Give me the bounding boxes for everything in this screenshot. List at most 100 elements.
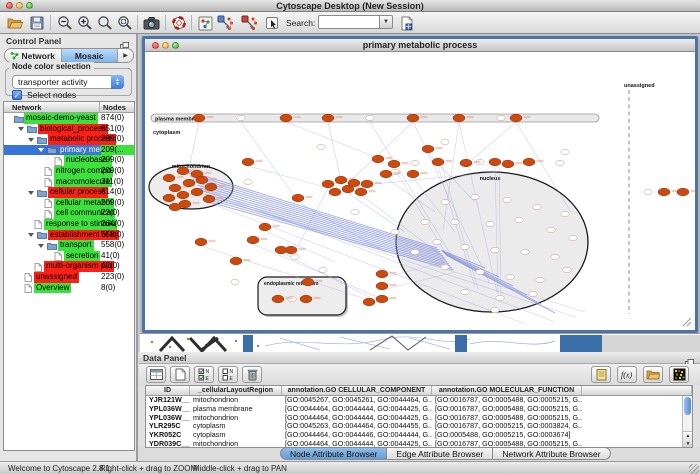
network-node-selected[interactable] [658,188,670,196]
network-node[interactable] [366,115,374,120]
zoom-in-button[interactable] [76,14,94,32]
expand-arrow-icon[interactable] [28,191,34,195]
network-node-selected[interactable] [407,170,419,178]
tree-row-macromolecule[interactable]: macromolecule311(0) [4,177,134,188]
tab-network-attribute-browser[interactable]: Network Attribute Browser [493,447,610,460]
network-node-selected[interactable] [453,114,465,122]
node-color-dropdown[interactable]: transporter activity ▲▼ [12,75,124,89]
table-cell[interactable]: YPL036W__2 [146,405,190,414]
tree-row-transport[interactable]: transport558(0) [4,240,134,251]
expand-arrow-icon[interactable] [28,233,34,237]
tree-row-metabolic-process[interactable]: metabolic process280(0) [4,134,134,145]
network-node-selected[interactable] [380,170,392,178]
network-node-selected[interactable] [422,145,434,153]
table-scrollbar-arrows[interactable]: ▲▼ [683,431,693,447]
network-node-selected[interactable] [163,194,175,202]
network-node[interactable] [231,279,239,284]
annotation-select-button[interactable] [263,14,281,32]
network-node[interactable] [471,194,479,199]
zoom-to-fit-button[interactable] [116,14,134,32]
network-node[interactable] [529,291,537,296]
network-node[interactable] [319,267,327,272]
layout-networks-button[interactable] [216,14,234,32]
table-cell[interactable]: cytoplasm [190,422,282,431]
search-input[interactable] [318,15,380,29]
heatmap-button[interactable] [669,366,689,383]
network-node[interactable] [476,269,484,274]
table-cell[interactable]: [GO:0044464, GO:0044446, GO:0044444, G..… [282,431,432,440]
table-row[interactable]: YPL036W__2plasma membrane[GO:0044464, GO… [146,405,692,414]
network-node[interactable] [644,189,652,194]
network-node-selected[interactable] [460,159,472,167]
network-node-selected[interactable] [193,114,205,122]
network-node[interactable] [461,244,469,249]
table-cell[interactable]: YLR295C [146,422,190,431]
network-node[interactable] [561,149,569,154]
search-dropdown-button[interactable]: ▼ [380,15,393,29]
network-node-selected[interactable] [361,180,373,188]
network-canvas[interactable]: plasma membrane cytoplasm mitochondrion … [145,52,695,330]
network-node-selected[interactable] [195,238,207,246]
tree-column-divider[interactable] [99,102,100,113]
network-node[interactable] [497,115,505,120]
unselect-attributes-button[interactable]: NE [218,366,238,383]
network-node[interactable] [556,160,564,165]
table-row[interactable]: YLR295Ccytoplasm[GO:0045263, GO:0044464,… [146,422,692,431]
network-node-selected[interactable] [489,158,501,166]
table-cell[interactable]: cytoplasm [190,431,282,440]
tree-row-primary-metabolic[interactable]: primary metabolic209(... [4,145,134,156]
tree-row-biological-process[interactable]: biological_process651(0) [4,124,134,135]
delete-attribute-button[interactable] [242,366,262,383]
network-node-selected[interactable] [242,158,254,166]
network-node-selected[interactable] [247,236,259,244]
expand-arrow-icon[interactable] [38,244,44,248]
table-cell[interactable]: [GO:0016787, GO:0005488, GO:0005215, G..… [432,414,582,423]
table-cell[interactable]: YKR052C [146,431,190,440]
snapshot-button[interactable] [142,14,160,32]
tab-node-attribute-browser[interactable]: Node Attribute Browser [280,447,387,460]
network-node-selected[interactable] [196,176,208,184]
network-node[interactable] [547,227,555,232]
network-node[interactable] [521,249,529,254]
column-header-cellular-component[interactable]: annotation.GO CELLULAR_COMPONENT [282,386,432,395]
tree-row-establishment-of-lo[interactable]: establishment of lo558(0) [4,230,134,241]
network-node-selected[interactable] [163,174,175,182]
network-node[interactable] [551,254,559,259]
network-node-selected[interactable] [205,183,217,191]
table-cell[interactable]: [GO:0044464, GO:0044444, GO:0044425, G..… [282,405,432,414]
network-node[interactable] [561,211,569,216]
layout-annotations-button[interactable] [240,14,258,32]
tree-row-cellular-process[interactable]: cellular process614(0) [4,187,134,198]
network-node[interactable] [441,264,449,269]
table-cell[interactable]: [GO:0044464, GO:0044444, GO:0044425, G..… [282,414,432,423]
network-node-selected[interactable] [355,188,367,196]
table-scrollbar-thumb[interactable] [684,397,691,415]
network-node-selected[interactable] [342,185,354,193]
tree-row-cell-communicat[interactable]: cell communicat22(0) [4,208,134,219]
tab-network[interactable]: Network [5,49,62,62]
column-header-id[interactable]: ID [146,386,190,395]
network-node-selected[interactable] [285,246,297,254]
tab-edge-attribute-browser[interactable]: Edge Attribute Browser [387,447,493,460]
zoom-out-button[interactable] [56,14,74,32]
network-node[interactable] [503,197,511,202]
network-node[interactable] [496,295,504,300]
table-cell[interactable]: mitochondrion [190,414,282,423]
network-node-selected[interactable] [259,223,271,231]
expand-arrow-icon[interactable] [18,127,24,131]
network-node-selected[interactable] [322,114,334,122]
float-panel-icon[interactable] [120,37,129,45]
tab-overflow-button[interactable]: ▶ [118,49,133,62]
background-window-sliver[interactable] [140,333,700,352]
window-resize-grip[interactable] [689,464,699,474]
network-node-selected[interactable] [376,295,388,303]
network-node-selected[interactable] [407,114,419,122]
table-cell[interactable]: [GO:0016787, GO:0005215, GO:0003824, G..… [432,422,582,431]
network-node-selected[interactable] [372,155,384,163]
search-config-button[interactable] [398,14,416,32]
network-node-selected[interactable] [329,188,341,196]
network-node[interactable] [515,217,523,222]
tree-row-response-to-stimulu[interactable]: response to stimulu264(0) [4,219,134,230]
network-node[interactable] [351,209,359,214]
network-node-selected[interactable] [177,167,189,175]
